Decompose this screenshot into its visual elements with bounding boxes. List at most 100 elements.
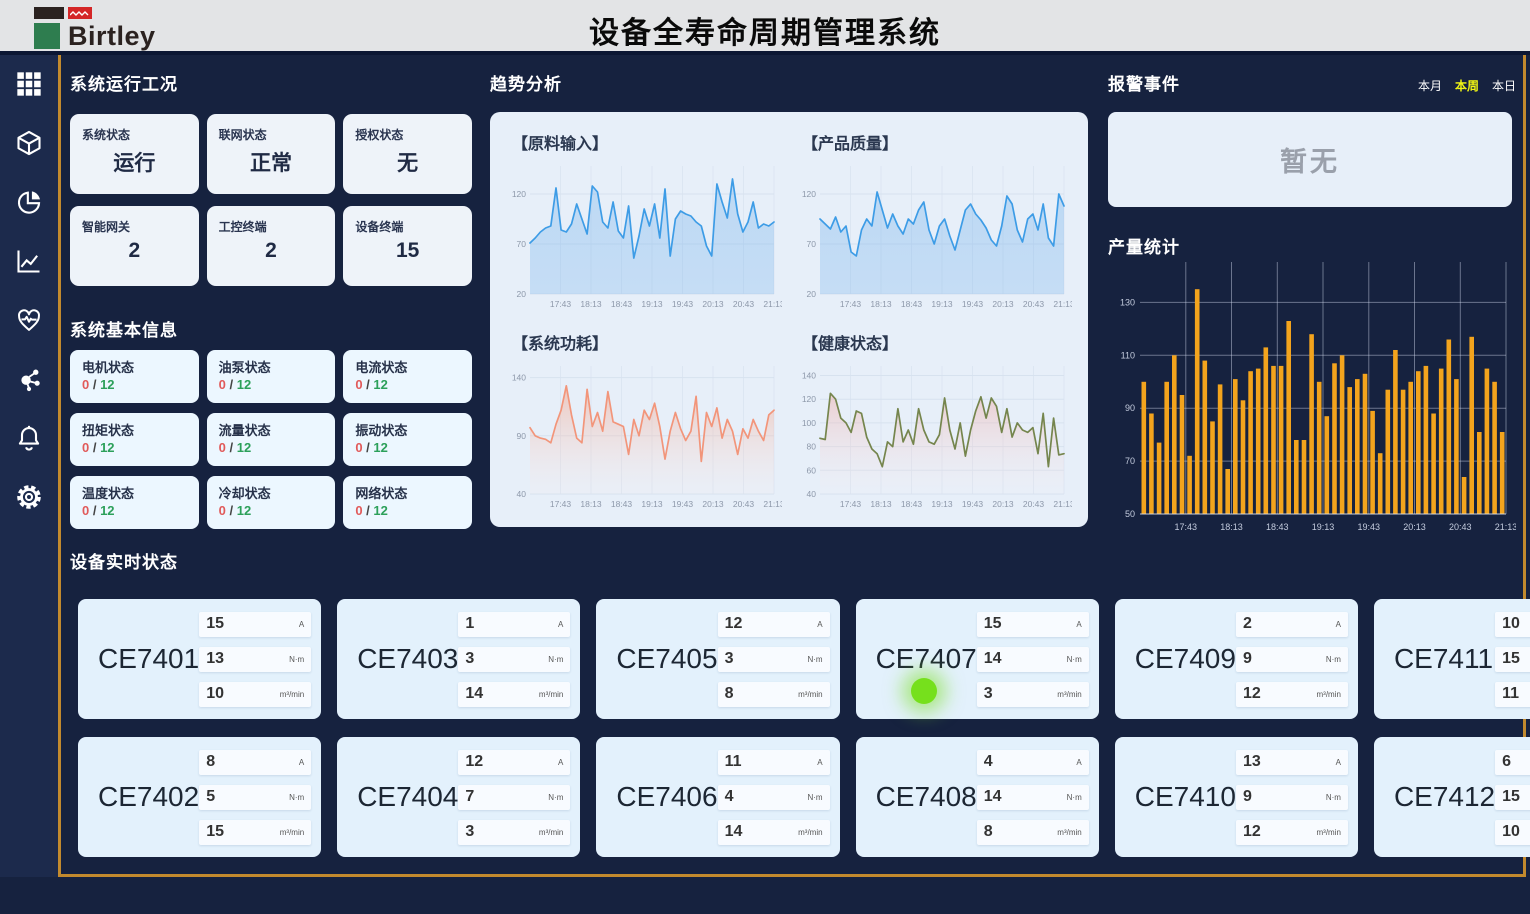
- info-card: 电流状态0 / 12: [343, 350, 472, 403]
- svg-text:19:13: 19:13: [641, 499, 663, 509]
- svg-text:17:43: 17:43: [840, 299, 862, 309]
- device-card[interactable]: CE740715A14N·m3m³/min: [856, 599, 1099, 719]
- device-value-row: 12m³/min: [1236, 820, 1348, 845]
- gear-icon: [15, 483, 43, 516]
- device-value: 15: [206, 615, 224, 633]
- device-value-row: 3N·m: [718, 647, 830, 672]
- device-unit: N·m: [807, 655, 822, 664]
- info-total: 12: [100, 503, 114, 518]
- device-unit: N·m: [1067, 793, 1082, 802]
- svg-text:120: 120: [802, 189, 816, 199]
- device-name: CE7408: [876, 781, 977, 813]
- device-card[interactable]: CE74031A3N·m14m³/min: [337, 599, 580, 719]
- info-card-label: 扭矩状态: [82, 420, 199, 439]
- sidebar-item-analytics[interactable]: [12, 187, 46, 221]
- device-card[interactable]: CE741110A15N·m11m³/min: [1374, 599, 1530, 719]
- device-unit: N·m: [1326, 793, 1341, 802]
- device-card[interactable]: CE740611A4N·m14m³/min: [596, 737, 839, 857]
- trend-chart-title: 【系统功耗】: [512, 330, 784, 354]
- device-unit: A: [1076, 758, 1081, 767]
- device-values: 12A3N·m8m³/min: [718, 612, 830, 707]
- device-unit: A: [1336, 758, 1341, 767]
- sidebar-item-network[interactable]: [12, 364, 46, 398]
- device-values: 2A9N·m12m³/min: [1236, 612, 1348, 707]
- device-unit: N·m: [548, 793, 563, 802]
- info-card-counts: 0 / 12: [219, 440, 336, 455]
- bell-icon: [15, 424, 43, 457]
- device-values: 6A15N·m10m³/min: [1495, 750, 1530, 845]
- svg-text:21:13: 21:13: [763, 499, 782, 509]
- device-unit: N·m: [289, 793, 304, 802]
- footer: [0, 877, 1530, 914]
- sidebar-item-apps[interactable]: [12, 69, 46, 103]
- status-card: 智能网关2: [70, 206, 199, 286]
- info-total: 12: [237, 440, 251, 455]
- alarm-tab[interactable]: 本月: [1418, 77, 1442, 94]
- device-card[interactable]: CE740412A7N·m3m³/min: [337, 737, 580, 857]
- device-value: 14: [984, 650, 1002, 668]
- device-value: 3: [984, 685, 993, 703]
- info-current: 0: [219, 377, 226, 392]
- device-values: 4A14N·m8m³/min: [977, 750, 1089, 845]
- alarm-tab[interactable]: 本日: [1492, 77, 1516, 94]
- device-card[interactable]: CE74092A9N·m12m³/min: [1115, 599, 1358, 719]
- device-name: CE7409: [1135, 643, 1236, 675]
- device-card[interactable]: CE740115A13N·m10m³/min: [78, 599, 321, 719]
- device-card[interactable]: CE74084A14N·m8m³/min: [856, 737, 1099, 857]
- sidebar-item-health[interactable]: [12, 305, 46, 339]
- device-values: 10A15N·m11m³/min: [1495, 612, 1530, 707]
- device-name: CE7407: [876, 643, 977, 675]
- svg-text:20: 20: [517, 289, 527, 299]
- device-value: 2: [1243, 615, 1252, 633]
- device-name: CE7412: [1394, 781, 1495, 813]
- trend-chart-cell: 【原料输入】 207012017:4318:1318:4319:1319:432…: [504, 122, 784, 318]
- production-title: 产量统计: [1108, 233, 1180, 258]
- svg-text:18:13: 18:13: [870, 299, 892, 309]
- info-current: 0: [355, 440, 362, 455]
- device-value-row: 8A: [199, 750, 311, 775]
- device-value: 13: [1243, 753, 1261, 771]
- device-values: 12A7N·m3m³/min: [458, 750, 570, 845]
- svg-text:19:43: 19:43: [962, 499, 984, 509]
- sidebar-item-settings[interactable]: [12, 482, 46, 516]
- info-current: 0: [219, 503, 226, 518]
- status-card-label: 联网状态: [207, 114, 336, 143]
- sidebar: [0, 55, 58, 877]
- info-card: 振动状态0 / 12: [343, 413, 472, 466]
- device-name: CE7404: [357, 781, 458, 813]
- svg-text:18:43: 18:43: [611, 499, 633, 509]
- device-value-row: 9N·m: [1236, 785, 1348, 810]
- svg-text:19:43: 19:43: [672, 499, 694, 509]
- sidebar-item-alarms[interactable]: [12, 423, 46, 457]
- svg-text:20:13: 20:13: [992, 299, 1014, 309]
- device-unit: m³/min: [798, 690, 822, 699]
- device-card[interactable]: CE740512A3N·m8m³/min: [596, 599, 839, 719]
- sidebar-item-model[interactable]: [12, 128, 46, 162]
- device-name: CE7411: [1394, 643, 1495, 675]
- sidebar-item-trend[interactable]: [12, 246, 46, 280]
- device-value-row: 10A: [1495, 612, 1530, 637]
- device-card[interactable]: CE74126A15N·m10m³/min: [1374, 737, 1530, 857]
- info-card-label: 冷却状态: [219, 483, 336, 502]
- device-card[interactable]: CE7410 13 A 9N·m 12m³/min: [1115, 737, 1358, 857]
- info-card: 电机状态0 / 12: [70, 350, 199, 403]
- device-name: CE7410: [1135, 781, 1236, 813]
- svg-text:20:13: 20:13: [1403, 522, 1426, 532]
- trend-chart: 207012017:4318:1318:4319:1319:4320:1320:…: [794, 156, 1072, 312]
- svg-text:18:43: 18:43: [611, 299, 633, 309]
- device-value-row: 15N·m: [1495, 647, 1530, 672]
- device-card[interactable]: CE74028A5N·m15m³/min: [78, 737, 321, 857]
- svg-text:110: 110: [1121, 350, 1135, 360]
- svg-text:21:13: 21:13: [1495, 522, 1516, 532]
- device-value-row: 3N·m: [458, 647, 570, 672]
- device-grid: CE740115A13N·m10m³/minCE74031A3N·m14m³/m…: [78, 599, 1504, 857]
- info-total: 12: [373, 503, 387, 518]
- svg-text:17:43: 17:43: [550, 299, 572, 309]
- device-value: 8: [206, 753, 215, 771]
- device-unit: A: [558, 620, 563, 629]
- alarm-tab[interactable]: 本周: [1455, 77, 1479, 94]
- device-value: 10: [1502, 823, 1520, 841]
- device-value: 3: [465, 650, 474, 668]
- device-unit: N·m: [807, 793, 822, 802]
- device-name: CE7402: [98, 781, 199, 813]
